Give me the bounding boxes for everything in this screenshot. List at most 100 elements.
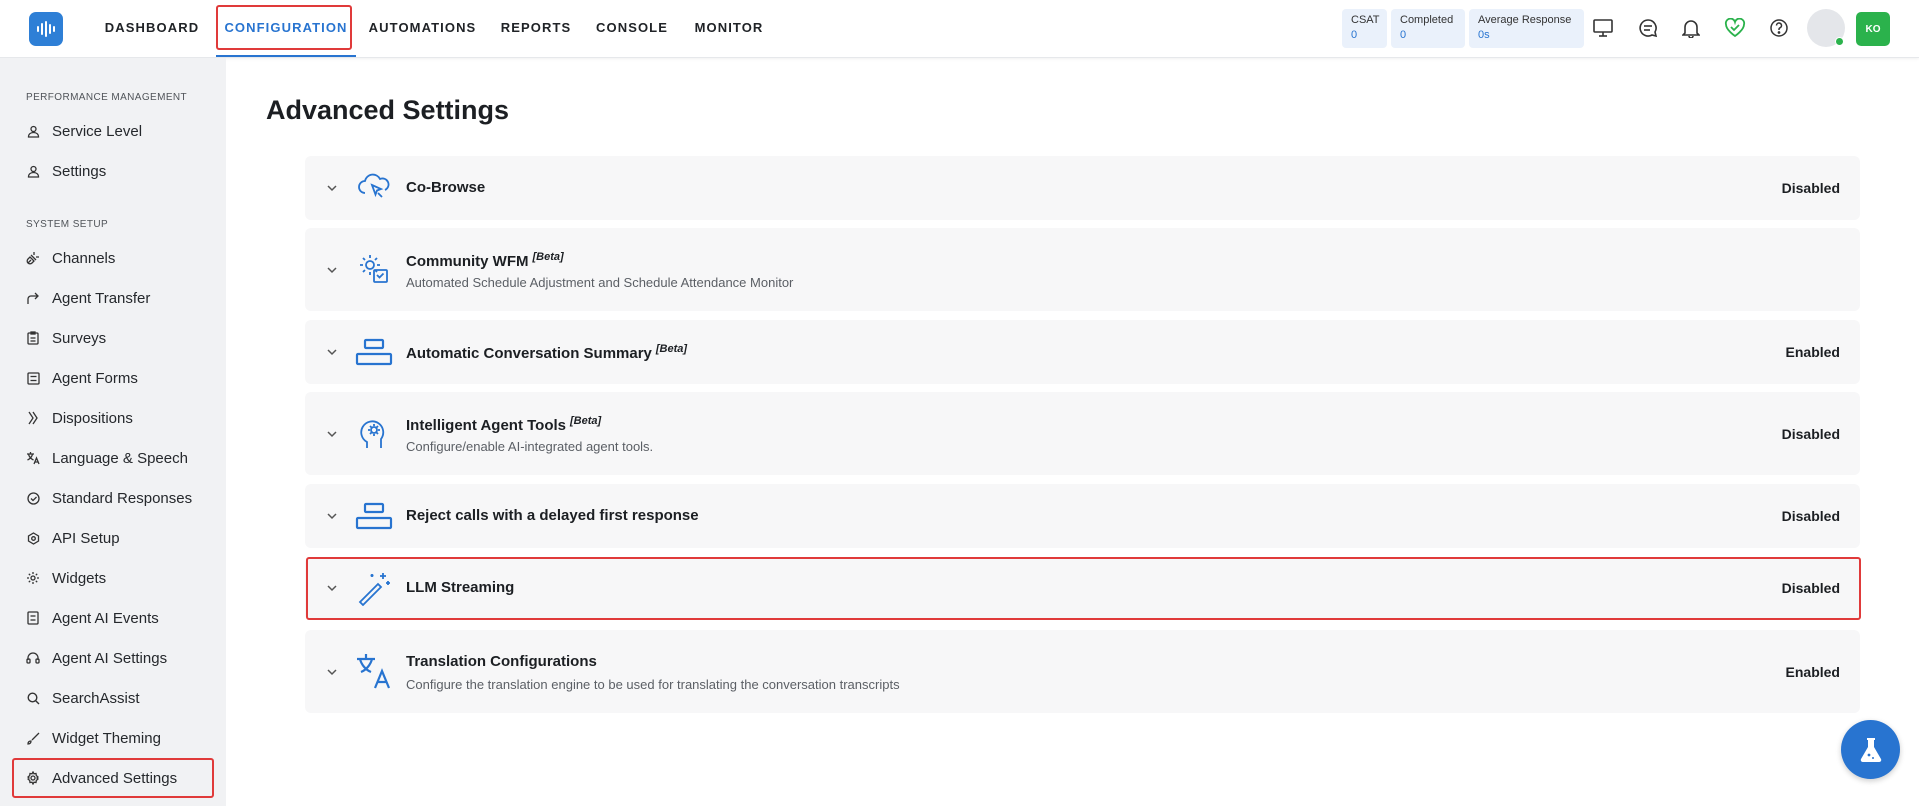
stat-average-response-value: 0s: [1478, 29, 1490, 41]
magic-wand-icon: [355, 569, 393, 607]
stat-csat-label: CSAT: [1351, 14, 1380, 26]
chevron-down-icon[interactable]: [326, 264, 338, 276]
chevron-down-icon[interactable]: [326, 582, 338, 594]
sidebar-item-agent-ai-settings[interactable]: Agent AI Settings: [26, 647, 167, 669]
plug-icon: [26, 251, 40, 265]
form-icon: [26, 371, 40, 385]
tab-dashboard[interactable]: DASHBOARD: [102, 0, 202, 57]
sidebar-item-agent-transfer[interactable]: Agent Transfer: [26, 287, 150, 309]
sidebar-item-label: Surveys: [52, 329, 107, 347]
chevron-down-icon[interactable]: [326, 428, 338, 440]
brush-icon: [26, 731, 40, 745]
sidebar-item-agent-ai-events[interactable]: Agent AI Events: [26, 607, 159, 629]
chat-icon[interactable]: [1636, 16, 1660, 40]
sidebar-item-label: Dispositions: [52, 409, 133, 427]
setting-status: Enabled: [1785, 344, 1840, 360]
gear-advanced-icon: [26, 771, 40, 785]
sidebar-item-channels[interactable]: Channels: [26, 247, 115, 269]
setting-card-co-browse[interactable]: Co-Browse Disabled: [305, 156, 1860, 220]
top-navigation-bar: DASHBOARD CONFIGURATION AUTOMATIONS REPO…: [0, 0, 1919, 58]
sidebar-item-label: Widgets: [52, 569, 107, 587]
sidebar-item-language-speech[interactable]: Language & Speech: [26, 447, 188, 469]
section-title-performance-management: PERFORMANCE MANAGEMENT: [26, 92, 188, 103]
monitor-icon[interactable]: [1591, 16, 1615, 40]
setting-card-intelligent-agent-tools[interactable]: Intelligent Agent Tools [Beta] Configure/…: [305, 392, 1860, 475]
sidebar-item-searchassist[interactable]: SearchAssist: [26, 687, 140, 709]
setting-card-community-wfm[interactable]: Community WFM [Beta] Automated Schedule A…: [305, 228, 1860, 311]
user-initials-badge[interactable]: KO: [1856, 12, 1890, 46]
setting-status: Disabled: [1781, 180, 1840, 196]
bell-icon[interactable]: [1679, 16, 1703, 40]
sidebar-item-widget-theming[interactable]: Widget Theming: [26, 727, 161, 749]
setting-title: Intelligent Agent Tools [Beta]: [406, 415, 601, 434]
sidebar-item-surveys[interactable]: Surveys: [26, 327, 106, 349]
app-logo-icon[interactable]: [29, 12, 63, 46]
online-status-indicator: [1835, 37, 1844, 46]
stat-completed-value: 0: [1400, 29, 1407, 41]
summary-icon: [355, 333, 393, 371]
setting-status: Disabled: [1781, 508, 1840, 524]
setting-title: Community WFM [Beta]: [406, 251, 564, 270]
transfer-icon: [26, 291, 40, 305]
sidebar-item-label: Language & Speech: [52, 449, 188, 467]
chevron-down-icon[interactable]: [326, 346, 338, 358]
setting-title: Translation Configurations: [406, 653, 597, 670]
translate-icon: [26, 451, 40, 465]
sidebar-item-label: Agent AI Events: [52, 609, 159, 627]
setting-status: Enabled: [1785, 664, 1840, 680]
stat-average-response-label: Average Response: [1478, 14, 1572, 26]
people-icon: [26, 124, 40, 138]
translate-icon: [355, 652, 393, 690]
sidebar-item-label: API Setup: [52, 529, 120, 547]
gear-icon: [26, 571, 40, 585]
sidebar-item-advanced-settings[interactable]: Advanced Settings: [26, 767, 177, 789]
sidebar-item-dispositions[interactable]: Dispositions: [26, 407, 133, 429]
tab-reports[interactable]: REPORTS: [496, 0, 576, 57]
user-avatar[interactable]: [1807, 9, 1845, 47]
setting-title: Co-Browse: [406, 179, 486, 196]
sidebar-item-label: Agent AI Settings: [52, 649, 168, 667]
sidebar-item-widgets[interactable]: Widgets: [26, 567, 106, 589]
sidebar-item-api-setup[interactable]: API Setup: [26, 527, 120, 549]
setting-description: Configure/enable AI-integrated agent too…: [406, 439, 654, 454]
tab-automations[interactable]: AUTOMATIONS: [365, 0, 480, 57]
setting-description: Automated Schedule Adjustment and Schedu…: [406, 275, 794, 290]
sidebar: PERFORMANCE MANAGEMENT Service Level Set…: [0, 58, 226, 806]
lab-flask-button[interactable]: [1841, 720, 1900, 779]
tab-console[interactable]: CONSOLE: [592, 0, 672, 57]
chevron-down-icon[interactable]: [326, 666, 338, 678]
sidebar-item-settings[interactable]: Settings: [26, 160, 106, 182]
section-title-system-setup: SYSTEM SETUP: [26, 219, 109, 230]
heart-check-icon[interactable]: [1723, 16, 1747, 40]
setting-card-reject-calls-delayed-first-response[interactable]: Reject calls with a delayed first respon…: [305, 484, 1860, 548]
search-icon: [26, 691, 40, 705]
sidebar-item-service-level[interactable]: Service Level: [26, 120, 142, 142]
tab-monitor[interactable]: MONITOR: [688, 0, 770, 57]
api-icon: [26, 531, 40, 545]
setting-title-text: Community WFM: [406, 253, 529, 270]
setting-title-text: Automatic Conversation Summary: [406, 345, 652, 362]
sidebar-item-standard-responses[interactable]: Standard Responses: [26, 487, 192, 509]
check-circle-icon: [26, 491, 40, 505]
beta-badge: [Beta]: [532, 251, 564, 263]
chevron-down-icon[interactable]: [326, 510, 338, 522]
setting-status: Disabled: [1781, 426, 1840, 442]
chevron-down-icon[interactable]: [326, 182, 338, 194]
reject-icon: [355, 497, 393, 535]
setting-card-automatic-conversation-summary[interactable]: Automatic Conversation Summary [Beta] Ena…: [305, 320, 1860, 384]
people-icon: [26, 164, 40, 178]
dispositions-icon: [26, 411, 40, 425]
list-icon: [26, 611, 40, 625]
setting-card-translation-configurations[interactable]: Translation Configurations Configure the…: [305, 630, 1860, 713]
sidebar-item-agent-forms[interactable]: Agent Forms: [26, 367, 138, 389]
tab-configuration[interactable]: CONFIGURATION: [216, 0, 356, 57]
beta-badge: [Beta]: [655, 343, 688, 355]
cloud-cursor-icon: [355, 168, 393, 206]
help-icon[interactable]: [1767, 16, 1791, 40]
stat-average-response: Average Response 0s: [1469, 9, 1584, 48]
sidebar-item-label: Agent Forms: [52, 369, 138, 387]
stat-csat: CSAT 0: [1342, 9, 1387, 48]
setting-card-llm-streaming[interactable]: LLM Streaming Disabled: [305, 557, 1860, 620]
setting-title: Reject calls with a delayed first respon…: [406, 507, 699, 524]
stat-completed-label: Completed: [1400, 14, 1454, 26]
